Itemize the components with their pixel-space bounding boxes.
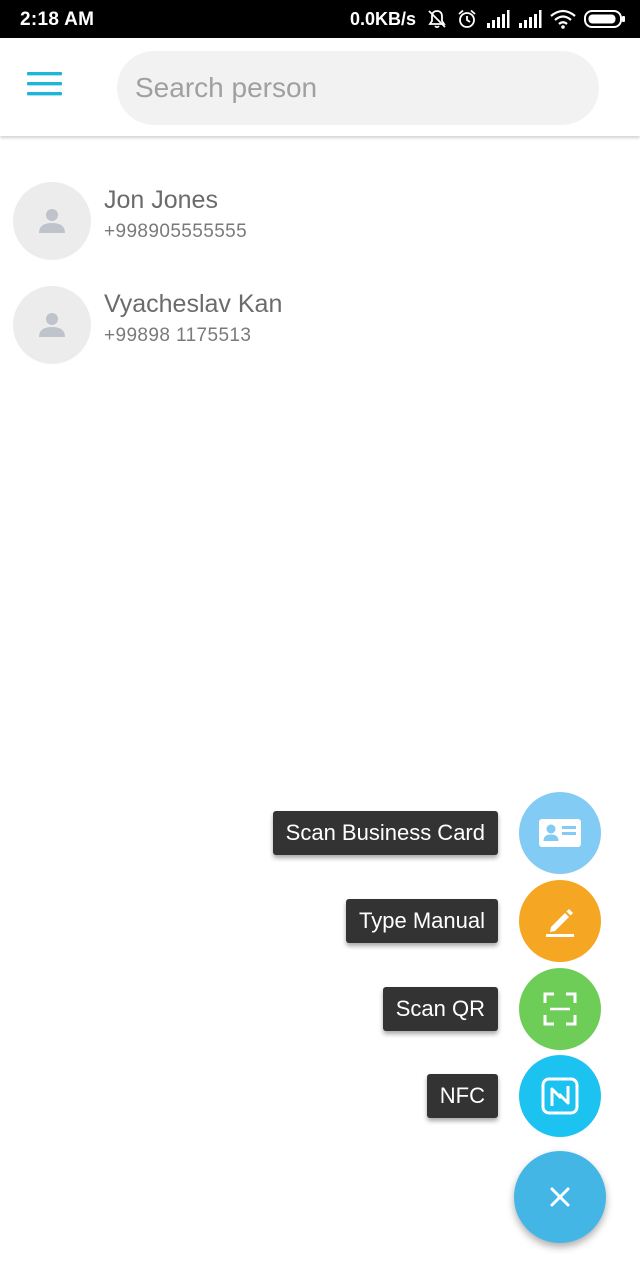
signal-icon — [486, 9, 510, 29]
contact-name: Vyacheslav Kan — [104, 290, 283, 318]
scan-business-card-button[interactable] — [519, 792, 601, 874]
person-icon — [39, 313, 65, 337]
list-item[interactable]: Vyacheslav Kan +99898 1175513 — [0, 264, 640, 368]
pencil-icon — [546, 909, 574, 937]
contact-phone: +998905555555 — [104, 221, 248, 242]
status-icons: 0.0KB/s — [350, 6, 626, 32]
list-item[interactable]: Jon Jones +998905555555 — [0, 160, 640, 264]
signal-icon — [518, 9, 542, 29]
alarm-clock-icon — [456, 8, 478, 30]
hamburger-menu-icon — [27, 71, 63, 102]
avatar — [13, 286, 91, 364]
search-box — [117, 51, 599, 125]
scan-qr-label[interactable]: Scan QR — [382, 987, 498, 1031]
status-time: 2:18 AM — [20, 9, 95, 30]
scan-business-card-label[interactable]: Scan Business Card — [272, 811, 498, 855]
scan-qr-button[interactable] — [519, 968, 601, 1050]
contact-phone: +99898 1175513 — [104, 325, 252, 346]
fab-close-button[interactable] — [514, 1151, 606, 1243]
nfc-icon — [541, 1077, 579, 1115]
nfc-button[interactable] — [519, 1055, 601, 1137]
business-card-icon — [539, 819, 581, 847]
search-input[interactable] — [117, 51, 599, 125]
menu-button[interactable] — [20, 64, 70, 108]
network-speed: 0.0KB/s — [349, 8, 416, 29]
bell-off-icon — [426, 8, 448, 30]
contact-list: Jon Jones +998905555555 Vyacheslav Kan +… — [0, 160, 640, 368]
close-icon — [550, 1187, 570, 1207]
wifi-icon — [550, 9, 576, 29]
contact-name: Jon Jones — [104, 186, 218, 214]
status-bar: 2:18 AM 0.0KB/s — [0, 0, 640, 38]
qr-scan-icon — [543, 992, 577, 1026]
nfc-label[interactable]: NFC — [426, 1074, 498, 1118]
type-manual-button[interactable] — [519, 880, 601, 962]
person-icon — [39, 209, 65, 233]
battery-icon — [584, 9, 626, 29]
avatar — [13, 182, 91, 260]
type-manual-label[interactable]: Type Manual — [346, 899, 498, 943]
app-bar — [0, 38, 640, 136]
